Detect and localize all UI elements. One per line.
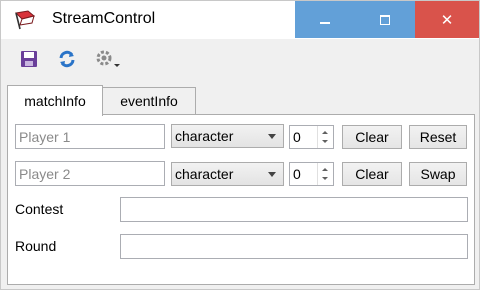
player1-name-input[interactable]: Player 1 [15,124,165,149]
toolbar [1,39,479,83]
player2-clear-button[interactable]: Clear [342,162,402,186]
save-icon [20,50,38,73]
decrement-icon[interactable] [322,177,328,180]
minimize-button[interactable] [295,1,355,38]
tab-strip: matchInfo eventInfo [1,83,479,116]
contest-input[interactable] [120,197,468,222]
spin-buttons[interactable] [317,126,333,148]
close-icon: ✕ [440,11,454,29]
decrement-icon[interactable] [322,140,328,143]
app-logo-icon [14,10,36,30]
gear-icon [94,48,122,75]
contest-label: Contest [15,201,64,217]
minimize-icon [320,21,330,24]
tab-matchinfo[interactable]: matchInfo [7,85,103,116]
player1-character-value: character [175,128,234,144]
chevron-down-icon [268,172,276,177]
refresh-icon [57,49,77,74]
player2-score-stepper[interactable]: 0 [289,162,334,186]
player2-name-input[interactable]: Player 2 [15,161,165,186]
increment-icon[interactable] [322,131,328,134]
title-bar[interactable]: StreamControl ✕ [1,1,479,39]
player1-score-value: 0 [293,129,301,145]
round-input[interactable] [120,234,468,259]
save-button[interactable] [17,49,41,73]
round-label: Round [15,238,57,254]
player2-character-select[interactable]: character [171,162,284,186]
settings-dropdown-button[interactable] [93,49,123,73]
player1-clear-button[interactable]: Clear [342,125,402,149]
swap-button[interactable]: Swap [409,162,467,186]
player1-character-select[interactable]: character [171,124,284,148]
window-title: StreamControl [52,10,156,27]
tab-eventinfo[interactable]: eventInfo [102,87,196,114]
app-window: StreamControl ✕ matchInfo eventInfo Play… [0,0,480,290]
spin-buttons[interactable] [317,163,333,185]
reset-button[interactable]: Reset [409,125,467,149]
increment-icon[interactable] [322,168,328,171]
maximize-button[interactable] [355,1,415,38]
refresh-button[interactable] [55,49,79,73]
player2-score-value: 0 [293,166,301,182]
maximize-icon [380,14,390,25]
player2-character-value: character [175,166,234,182]
close-button[interactable]: ✕ [415,1,479,38]
player1-score-stepper[interactable]: 0 [289,125,334,149]
chevron-down-icon [268,134,276,139]
